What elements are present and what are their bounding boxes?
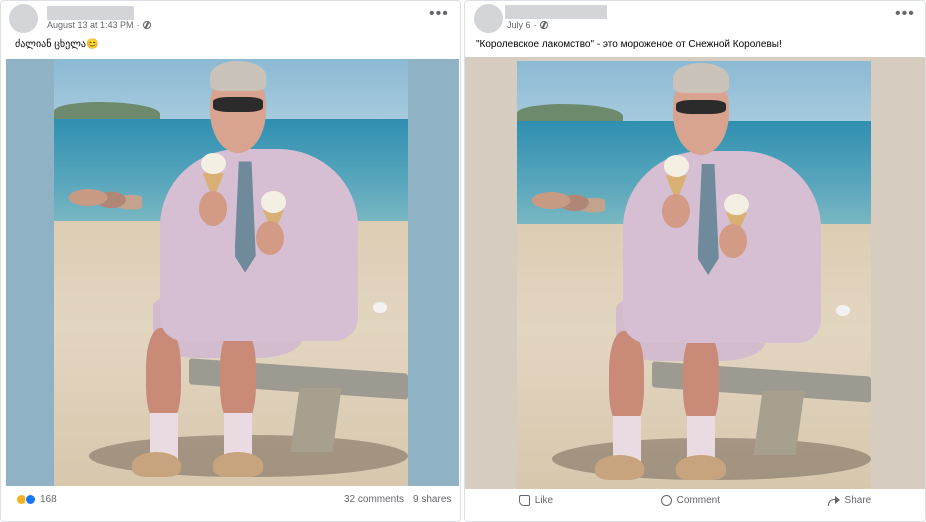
photo-scene	[54, 59, 408, 486]
post-caption: "Королевское лакомство" - это мороженое …	[476, 39, 782, 50]
reaction-count: 168	[40, 494, 57, 505]
share-icon	[827, 495, 840, 506]
comment-label: Comment	[676, 495, 721, 506]
author-name-redacted[interactable]	[505, 5, 607, 19]
comment-button[interactable]: Comment	[660, 495, 721, 506]
post-meta: July 6 ·	[507, 20, 548, 30]
post-photo[interactable]	[465, 57, 925, 489]
post-card-right: July 6 · ••• "Королевское лакомство" - э…	[464, 0, 926, 522]
like-button[interactable]: Like	[518, 495, 554, 506]
photo-scene	[517, 61, 871, 489]
globe-icon	[539, 21, 548, 29]
reactions-summary[interactable]: 168	[16, 494, 57, 505]
post-caption: ძალიან ცხელა😊	[15, 39, 99, 50]
like-icon	[25, 494, 36, 505]
post-timestamp[interactable]: August 13 at 1:43 PM	[47, 20, 134, 30]
more-options-icon[interactable]: •••	[895, 6, 915, 22]
post-photo[interactable]	[6, 59, 459, 486]
globe-icon	[142, 21, 151, 29]
comments-count[interactable]: 32 comments	[344, 494, 404, 505]
share-button[interactable]: Share	[827, 495, 872, 506]
shares-count[interactable]: 9 shares	[413, 494, 451, 505]
avatar[interactable]	[9, 4, 38, 33]
thumbs-up-icon	[518, 495, 530, 506]
more-options-icon[interactable]: •••	[429, 6, 449, 22]
share-label: Share	[844, 495, 872, 506]
post-actions: Like Comment Share	[465, 495, 925, 506]
avatar[interactable]	[474, 4, 503, 33]
engagement-counts: 32 comments 9 shares	[344, 494, 451, 505]
post-card-left: August 13 at 1:43 PM · ••• ძალიან ცხელა😊…	[0, 0, 461, 522]
comment-icon	[660, 495, 672, 506]
author-name-redacted[interactable]	[47, 6, 134, 20]
post-meta: August 13 at 1:43 PM ·	[47, 20, 151, 30]
like-label: Like	[534, 495, 554, 506]
post-timestamp[interactable]: July 6	[507, 20, 531, 30]
